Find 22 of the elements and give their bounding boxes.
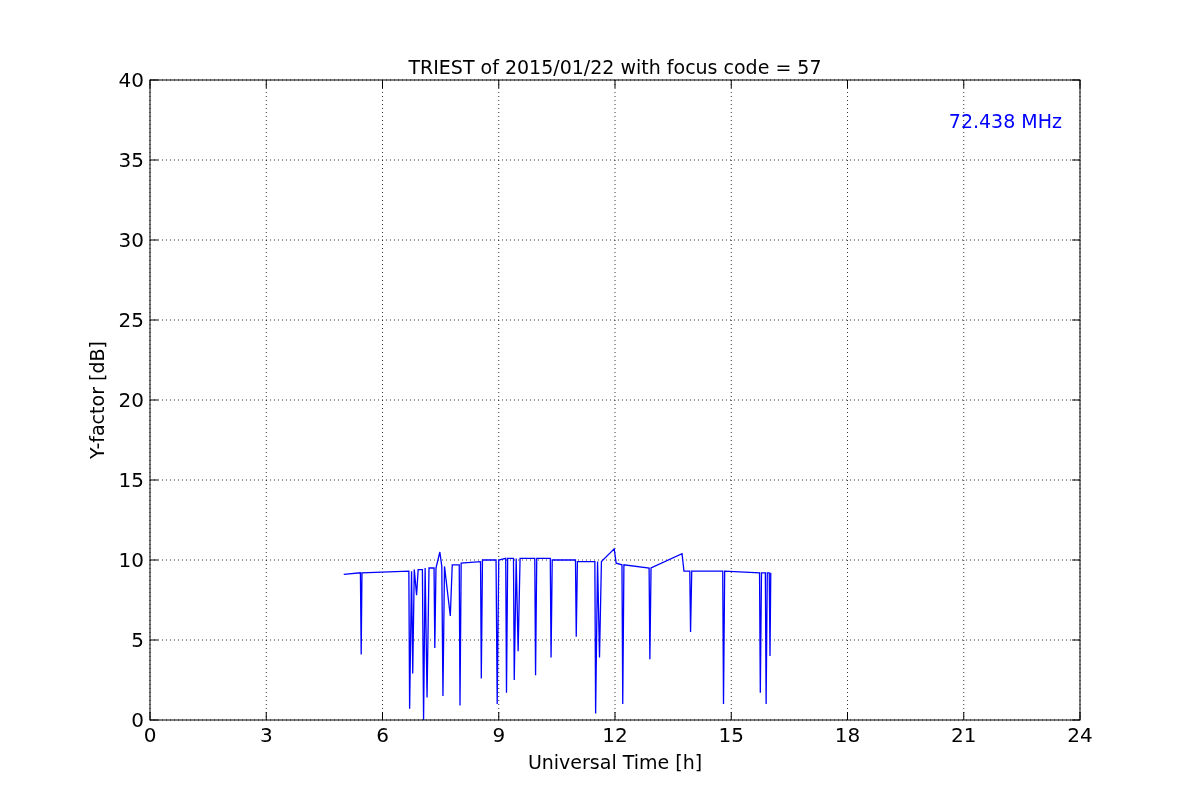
y-tick-label: 35 bbox=[118, 148, 144, 172]
legend-label: 72.438 MHz bbox=[948, 110, 1062, 132]
chart-title: TRIEST of 2015/01/22 with focus code = 57 bbox=[408, 56, 822, 78]
x-axis-label: Universal Time [h] bbox=[527, 751, 703, 773]
y-axis-label: Y-factor [dB] bbox=[86, 341, 108, 459]
y-tick-label: 0 bbox=[131, 708, 144, 732]
y-tick-label: 40 bbox=[118, 68, 144, 92]
y-tick-label: 25 bbox=[118, 308, 144, 332]
y-tick-label: 30 bbox=[118, 228, 144, 252]
x-tick-label: 0 bbox=[143, 723, 157, 747]
y-tick-label: 20 bbox=[118, 388, 144, 412]
x-tick-label: 24 bbox=[1067, 723, 1093, 747]
x-tick-label: 6 bbox=[376, 723, 389, 747]
x-tick-label: 9 bbox=[492, 723, 506, 747]
y-tick-label: 10 bbox=[118, 548, 144, 572]
x-tick-label: 15 bbox=[718, 723, 744, 747]
x-tick-label: 12 bbox=[602, 723, 628, 747]
y-tick-label: 5 bbox=[131, 628, 144, 652]
y-tick-label: 15 bbox=[118, 468, 144, 492]
x-tick-label: 21 bbox=[951, 723, 977, 747]
x-tick-label: 18 bbox=[834, 723, 861, 747]
x-tick-label: 3 bbox=[259, 723, 273, 747]
